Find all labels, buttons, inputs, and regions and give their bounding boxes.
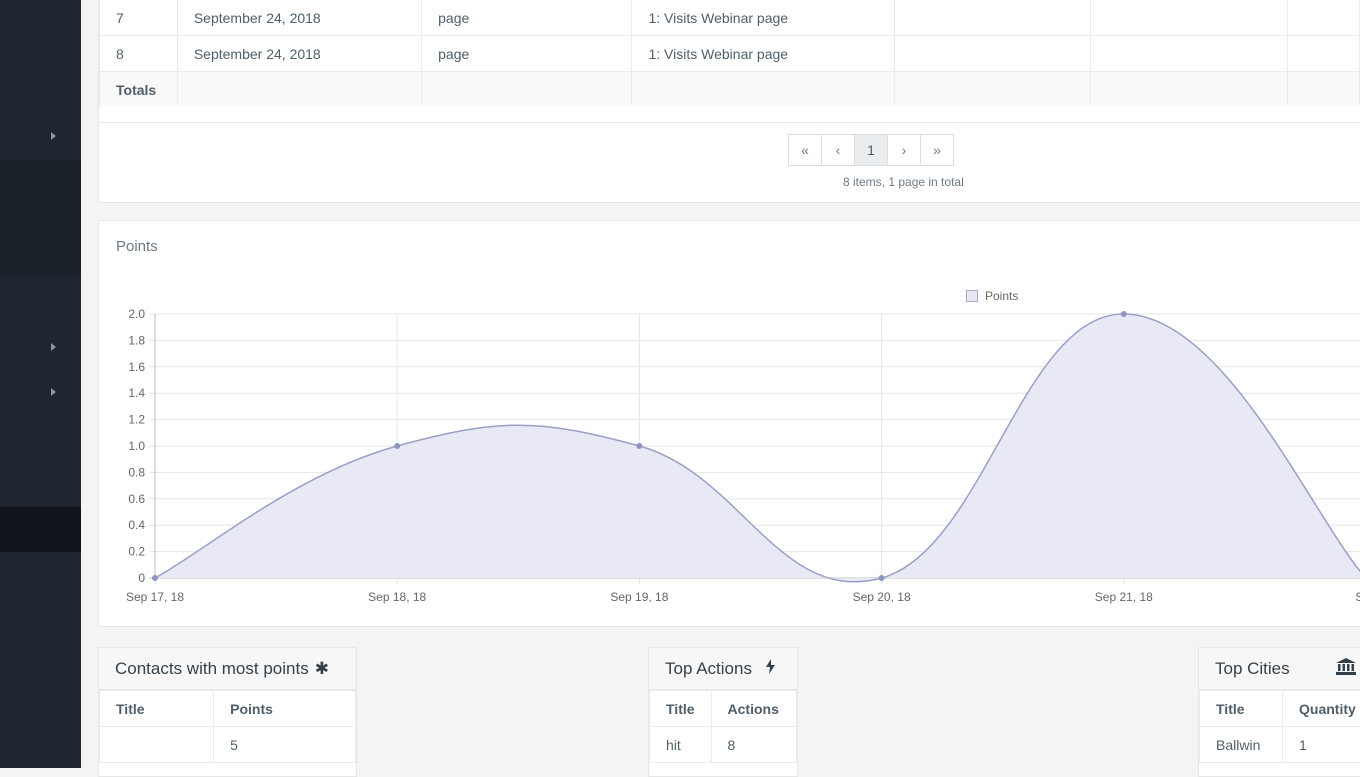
y-tick-label: 0.8 bbox=[128, 465, 145, 479]
prev-page-button[interactable]: ‹ bbox=[821, 134, 855, 166]
sidebar bbox=[0, 0, 81, 768]
row-cell bbox=[894, 0, 1091, 36]
x-tick-label: Sep 17, 18 bbox=[126, 590, 184, 604]
events-table: 7 September 24, 2018 page 1: Visits Webi… bbox=[99, 0, 1360, 108]
data-point bbox=[637, 444, 642, 449]
card-header: Top Actions bbox=[649, 648, 797, 690]
caret-right-icon[interactable] bbox=[51, 132, 56, 140]
data-point bbox=[395, 444, 400, 449]
table-row: 7 September 24, 2018 page 1: Visits Webi… bbox=[100, 0, 1360, 36]
page-1-button[interactable]: 1 bbox=[854, 134, 888, 166]
points-panel-title: Points bbox=[116, 238, 158, 255]
table-row: 8 September 24, 2018 page 1: Visits Webi… bbox=[100, 36, 1360, 72]
x-tick-label: Sep bbox=[1355, 590, 1360, 604]
row-cell bbox=[632, 72, 894, 108]
data-point bbox=[879, 576, 884, 581]
series-area bbox=[155, 314, 1360, 582]
city-title: Ballwin bbox=[1200, 727, 1283, 763]
x-tick-label: Sep 21, 18 bbox=[1095, 590, 1153, 604]
totals-row: Totals bbox=[100, 72, 1360, 108]
action-title: hit bbox=[650, 727, 712, 763]
y-tick-label: 1.0 bbox=[128, 439, 145, 453]
y-tick-label: 1.6 bbox=[128, 360, 145, 374]
caret-right-icon[interactable] bbox=[51, 343, 56, 351]
y-tick-label: 0.6 bbox=[128, 492, 145, 506]
table-header: Title Quantity bbox=[1200, 691, 1360, 727]
table-header: Title Points bbox=[100, 691, 356, 727]
card-title: Top Cities bbox=[1215, 659, 1290, 679]
x-tick-label: Sep 20, 18 bbox=[853, 590, 911, 604]
column-header: Title bbox=[100, 691, 214, 727]
row-type: page bbox=[422, 0, 632, 36]
row-cell bbox=[894, 36, 1091, 72]
y-tick-label: 1.8 bbox=[128, 333, 145, 347]
row-cell bbox=[1091, 36, 1288, 72]
x-tick-label: Sep 19, 18 bbox=[610, 590, 668, 604]
next-page-button[interactable]: › bbox=[887, 134, 921, 166]
column-header: Title bbox=[650, 691, 712, 727]
first-page-button[interactable]: « bbox=[788, 134, 822, 166]
table-row[interactable]: Ballwin 1 bbox=[1200, 727, 1360, 763]
row-date: September 24, 2018 bbox=[177, 0, 421, 36]
row-cell bbox=[1288, 0, 1360, 36]
actions-table: Title Actions hit 8 bbox=[649, 690, 797, 763]
y-tick-label: 1.4 bbox=[128, 386, 145, 400]
bank-icon bbox=[1336, 658, 1356, 680]
row-cell bbox=[894, 72, 1091, 108]
card-header: Contacts with most points ✱ bbox=[99, 648, 356, 690]
row-cell bbox=[1091, 72, 1288, 108]
column-header: Points bbox=[214, 691, 356, 727]
spacer bbox=[99, 106, 1360, 122]
cities-table: Title Quantity Ballwin 1 bbox=[1199, 690, 1360, 763]
y-tick-label: 0.4 bbox=[128, 518, 145, 532]
sidebar-active-item[interactable] bbox=[0, 507, 81, 552]
pagination: « ‹ 1 › » bbox=[789, 134, 954, 166]
cities-card: Top Cities Title Quantity Ballwin 1 bbox=[1198, 647, 1360, 777]
points-chart: 0 0.2 0.4 0.6 0.8 1.0 1.2 1.4 1.6 1.8 2.0 Sep 17, 1… bbox=[99, 290, 1360, 620]
actions-card: Top Actions Title Actions hit 8 bbox=[648, 647, 798, 777]
column-header: Quantity bbox=[1283, 691, 1360, 727]
row-cell bbox=[1091, 0, 1288, 36]
action-count: 8 bbox=[711, 727, 796, 763]
caret-right-icon[interactable] bbox=[51, 388, 56, 396]
x-tick-label: Sep 18, 18 bbox=[368, 590, 426, 604]
y-tick-label: 1.2 bbox=[128, 413, 145, 427]
row-date: September 24, 2018 bbox=[177, 36, 421, 72]
contact-points: 5 bbox=[214, 727, 356, 763]
row-number: 7 bbox=[100, 0, 178, 36]
column-header: Actions bbox=[711, 691, 796, 727]
row-cell bbox=[1288, 36, 1360, 72]
data-point bbox=[1121, 312, 1126, 317]
row-cell bbox=[422, 72, 632, 108]
contacts-card: Contacts with most points ✱ Title Points… bbox=[98, 647, 357, 777]
card-title: Top Actions bbox=[665, 659, 752, 679]
table-row[interactable]: hit 8 bbox=[650, 727, 797, 763]
last-page-button[interactable]: » bbox=[920, 134, 954, 166]
asterisk-icon: ✱ bbox=[315, 659, 329, 679]
sidebar-section bbox=[0, 160, 81, 277]
divider bbox=[99, 122, 1360, 123]
contact-title[interactable] bbox=[100, 727, 214, 763]
row-cell bbox=[1288, 72, 1360, 108]
data-point bbox=[153, 576, 158, 581]
row-event: 1: Visits Webinar page bbox=[632, 0, 894, 36]
row-event: 1: Visits Webinar page bbox=[632, 36, 894, 72]
card-header: Top Cities bbox=[1199, 648, 1360, 690]
row-type: page bbox=[422, 36, 632, 72]
table-row[interactable]: 5 bbox=[100, 727, 356, 763]
contacts-table: Title Points 5 bbox=[99, 690, 356, 763]
city-quantity: 1 bbox=[1283, 727, 1360, 763]
bolt-icon bbox=[766, 659, 775, 679]
y-tick-label: 0 bbox=[138, 571, 145, 585]
row-number: 8 bbox=[100, 36, 178, 72]
y-tick-label: 0.2 bbox=[128, 545, 145, 559]
y-tick-label: 2.0 bbox=[128, 307, 145, 321]
card-title: Contacts with most points bbox=[115, 659, 309, 679]
totals-label: Totals bbox=[100, 72, 178, 108]
pagination-info: 8 items, 1 page in total bbox=[843, 175, 964, 189]
table-header: Title Actions bbox=[650, 691, 797, 727]
row-cell bbox=[177, 72, 421, 108]
column-header: Title bbox=[1200, 691, 1283, 727]
